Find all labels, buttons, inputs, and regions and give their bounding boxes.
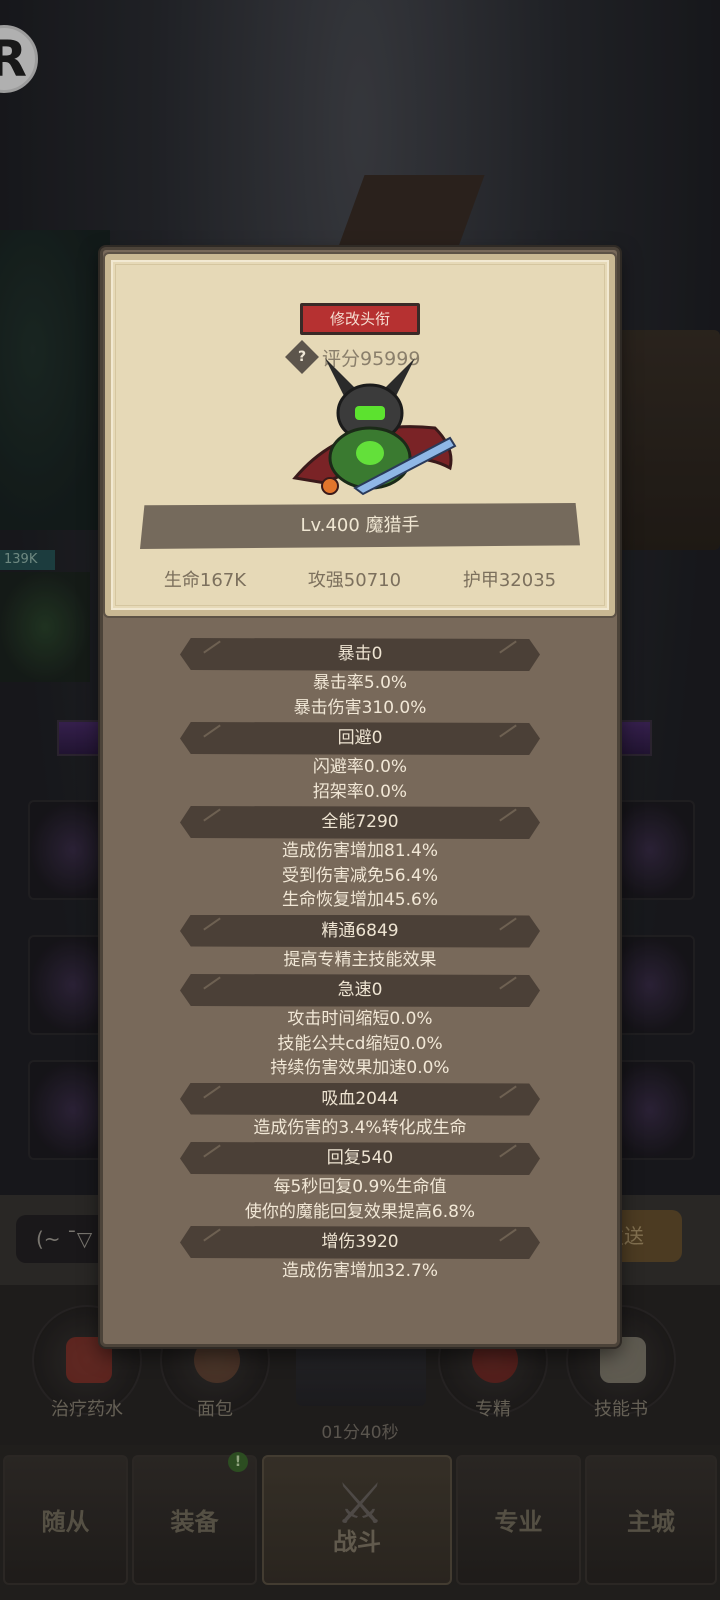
attribute-header: 回避0 xyxy=(180,722,540,755)
attribute-detail: 暴击率5.0% xyxy=(312,673,408,693)
attribute-list: 暴击0 暴击率5.0% 暴击伤害310.0% 回避0 闪避率0.0% 招架率0.0% 全能7… xyxy=(100,636,620,1284)
stat-hp: 生命167K xyxy=(163,570,247,591)
base-stats-row: 生命167K 攻强50710 护甲32035 xyxy=(105,566,615,596)
attribute-detail: 闪避率0.0% xyxy=(312,757,408,777)
attribute-detail: 提高专精主技能效果 xyxy=(283,949,437,970)
stat-armor: 护甲32035 xyxy=(462,570,557,591)
attribute-header: 全能7290 xyxy=(180,806,540,839)
attribute-detail: 攻击时间缩短0.0% xyxy=(287,1009,433,1029)
attribute-detail: 招架率0.0% xyxy=(312,781,408,802)
attribute-detail: 每5秒回复0.9%生命值 xyxy=(273,1177,447,1197)
attribute-header: 精通6849 xyxy=(180,914,540,948)
attribute-detail: 造成伤害增加32.7% xyxy=(281,1261,438,1281)
attribute-detail: 造成伤害增加81.4% xyxy=(281,841,438,861)
attribute-detail: 技能公共cd缩短0.0% xyxy=(277,1033,443,1054)
attribute-header: 吸血2044 xyxy=(180,1082,540,1116)
orb-shape xyxy=(321,477,339,495)
visor xyxy=(355,406,385,420)
attribute-header: 增伤3920 xyxy=(180,1226,540,1259)
attribute-detail: 造成伤害的3.4%转化成生命 xyxy=(253,1117,467,1138)
attribute-detail: 暴击伤害310.0% xyxy=(293,697,427,718)
edit-title-button[interactable]: 修改头衔 xyxy=(300,303,420,335)
attribute-detail: 持续伤害效果加速0.0% xyxy=(270,1058,450,1078)
stat-attack-power: 攻强50710 xyxy=(307,570,402,591)
attribute-header: 回复540 xyxy=(180,1142,540,1175)
attribute-detail: 生命恢复增加45.6% xyxy=(281,890,438,910)
attribute-detail: 使你的魔能回复效果提高6.8% xyxy=(244,1201,476,1222)
attribute-header: 急速0 xyxy=(180,974,540,1007)
character-name: Lv.400 魔猎手 xyxy=(140,503,580,549)
attribute-detail: 受到伤害减免56.4% xyxy=(281,865,438,886)
attribute-header: 暴击0 xyxy=(180,638,540,671)
hero-avatar xyxy=(292,358,457,496)
chest-glow xyxy=(356,441,384,465)
